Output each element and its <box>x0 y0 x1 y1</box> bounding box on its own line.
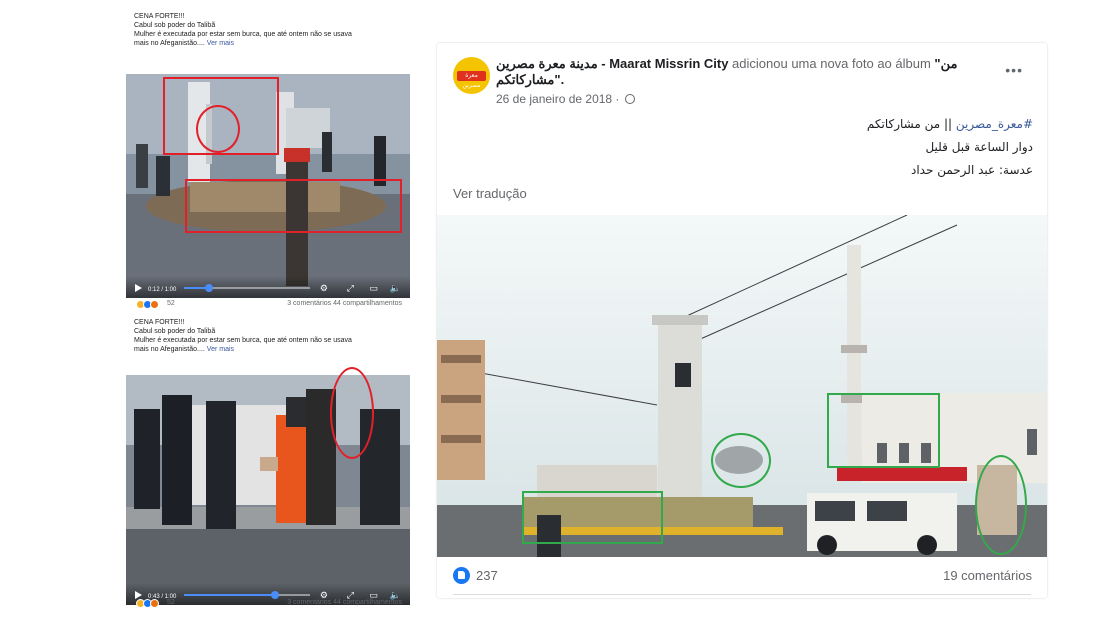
green-annotation-box <box>827 393 940 468</box>
play-icon[interactable] <box>135 284 142 292</box>
video-controls: 0:12 / 1:00 ⚙ ⤢ ▭ 🔈 <box>126 276 410 298</box>
caption-line: mais no Afeganistão.... Ver mais <box>134 39 402 48</box>
volume-icon[interactable]: 🔈 <box>390 283 401 293</box>
green-annotation-circle <box>711 433 771 488</box>
red-annotation-circle <box>196 105 240 153</box>
reaction-count[interactable]: 52 <box>167 599 175 606</box>
hashtag-link[interactable]: #معرة_مصرين <box>956 117 1033 131</box>
facebook-video-post-bottom: CENA FORTE!!! Cabul sob poder do Talibã … <box>124 315 411 613</box>
post-footer: 52 3 comentários 44 compartilhamentos <box>124 598 411 610</box>
reaction-count[interactable]: 52 <box>167 300 175 307</box>
green-annotation-box <box>522 491 663 544</box>
post-body: #معرة_مصرين || من مشاركاتكم دوار الساعة … <box>473 113 1033 182</box>
caption-line: Cabul sob poder do Talibã <box>134 328 216 335</box>
caption-line: Mulher é executada por estar sem burca, … <box>134 337 352 344</box>
page-logo-text: معرة مصرين <box>457 71 486 89</box>
angry-reaction-icon <box>150 599 159 608</box>
green-annotation-circle <box>975 455 1027 555</box>
page-name-link[interactable]: مدينة معرة مصرين - Maarat Missrin City <box>496 56 728 71</box>
post-footer: 52 3 comentários 44 compartilhamentos <box>124 299 411 311</box>
comments-shares-count[interactable]: 3 comentários 44 compartilhamentos <box>287 599 402 606</box>
post-date[interactable]: 26 de janeiro de 2018 · <box>496 92 635 106</box>
like-count: 237 <box>476 568 498 583</box>
post-header: مدينة معرة مصرين - Maarat Missrin City a… <box>496 56 976 88</box>
globe-icon <box>624 94 635 104</box>
like-icon <box>453 567 470 584</box>
caption-line: CENA FORTE!!! <box>134 13 185 20</box>
video-progress-track[interactable] <box>184 591 310 599</box>
see-translation-link[interactable]: Ver tradução <box>453 186 527 201</box>
comment-count[interactable]: 19 comentários <box>943 568 1032 583</box>
caption-line: Mulher é executada por estar sem burca, … <box>134 31 352 38</box>
reaction-summary[interactable]: 237 <box>453 567 498 584</box>
post-photo[interactable] <box>437 215 1047 557</box>
reaction-icons[interactable] <box>136 300 159 309</box>
comments-shares-count[interactable]: 3 comentários 44 compartilhamentos <box>287 300 402 307</box>
see-more-link[interactable]: Ver mais <box>207 346 234 353</box>
post-body-text: || من مشاركاتكم <box>866 117 956 131</box>
more-dots-icon[interactable]: ••• <box>1005 62 1023 78</box>
see-more-link[interactable]: Ver mais <box>207 40 234 47</box>
comparison-screenshot: CENA FORTE!!! Cabul sob poder do Talibã … <box>0 0 1100 619</box>
caption-line: Cabul sob poder do Talibã <box>134 22 216 29</box>
video-progress-track[interactable] <box>184 284 310 292</box>
red-annotation-circle <box>330 367 374 459</box>
avatar[interactable]: معرة مصرين <box>453 57 490 94</box>
reaction-icons[interactable] <box>136 599 159 608</box>
caption-line: mais no Afeganistão.... Ver mais <box>134 345 402 354</box>
post-action-text: adicionou uma nova foto ao álbum <box>728 56 935 71</box>
post-body-line: دوار الساعة قبل قليل <box>925 140 1033 154</box>
video-progress-knob[interactable] <box>205 284 214 292</box>
gear-icon[interactable]: ⚙ <box>320 283 328 293</box>
caption-line-text: mais no Afeganistão.... <box>134 40 205 47</box>
post-caption: CENA FORTE!!! Cabul sob poder do Talibã … <box>124 9 411 48</box>
post-body-line: عدسة: عبد الرحمن حداد <box>910 163 1033 177</box>
caption-line-text: mais no Afeganistão.... <box>134 346 205 353</box>
post-body-line: #معرة_مصرين || من مشاركاتكم <box>473 113 1033 136</box>
video-progress-fill <box>184 594 275 596</box>
video-time: 0:12 / 1:00 <box>148 287 177 293</box>
caption-line: CENA FORTE!!! <box>134 319 185 326</box>
angry-reaction-icon <box>150 300 159 309</box>
facebook-photo-post: معرة مصرين مدينة معرة مصرين - Maarat Mis… <box>437 43 1047 598</box>
divider <box>453 594 1031 595</box>
picture-in-picture-icon[interactable]: ▭ <box>369 283 378 293</box>
fullscreen-icon[interactable]: ⤢ <box>347 283 354 293</box>
post-caption: CENA FORTE!!! Cabul sob poder do Talibã … <box>124 315 411 354</box>
red-annotation-box <box>185 179 402 233</box>
facebook-video-post-top: CENA FORTE!!! Cabul sob poder do Talibã … <box>124 9 411 314</box>
post-date-text: 26 de janeiro de 2018 · <box>496 92 623 106</box>
